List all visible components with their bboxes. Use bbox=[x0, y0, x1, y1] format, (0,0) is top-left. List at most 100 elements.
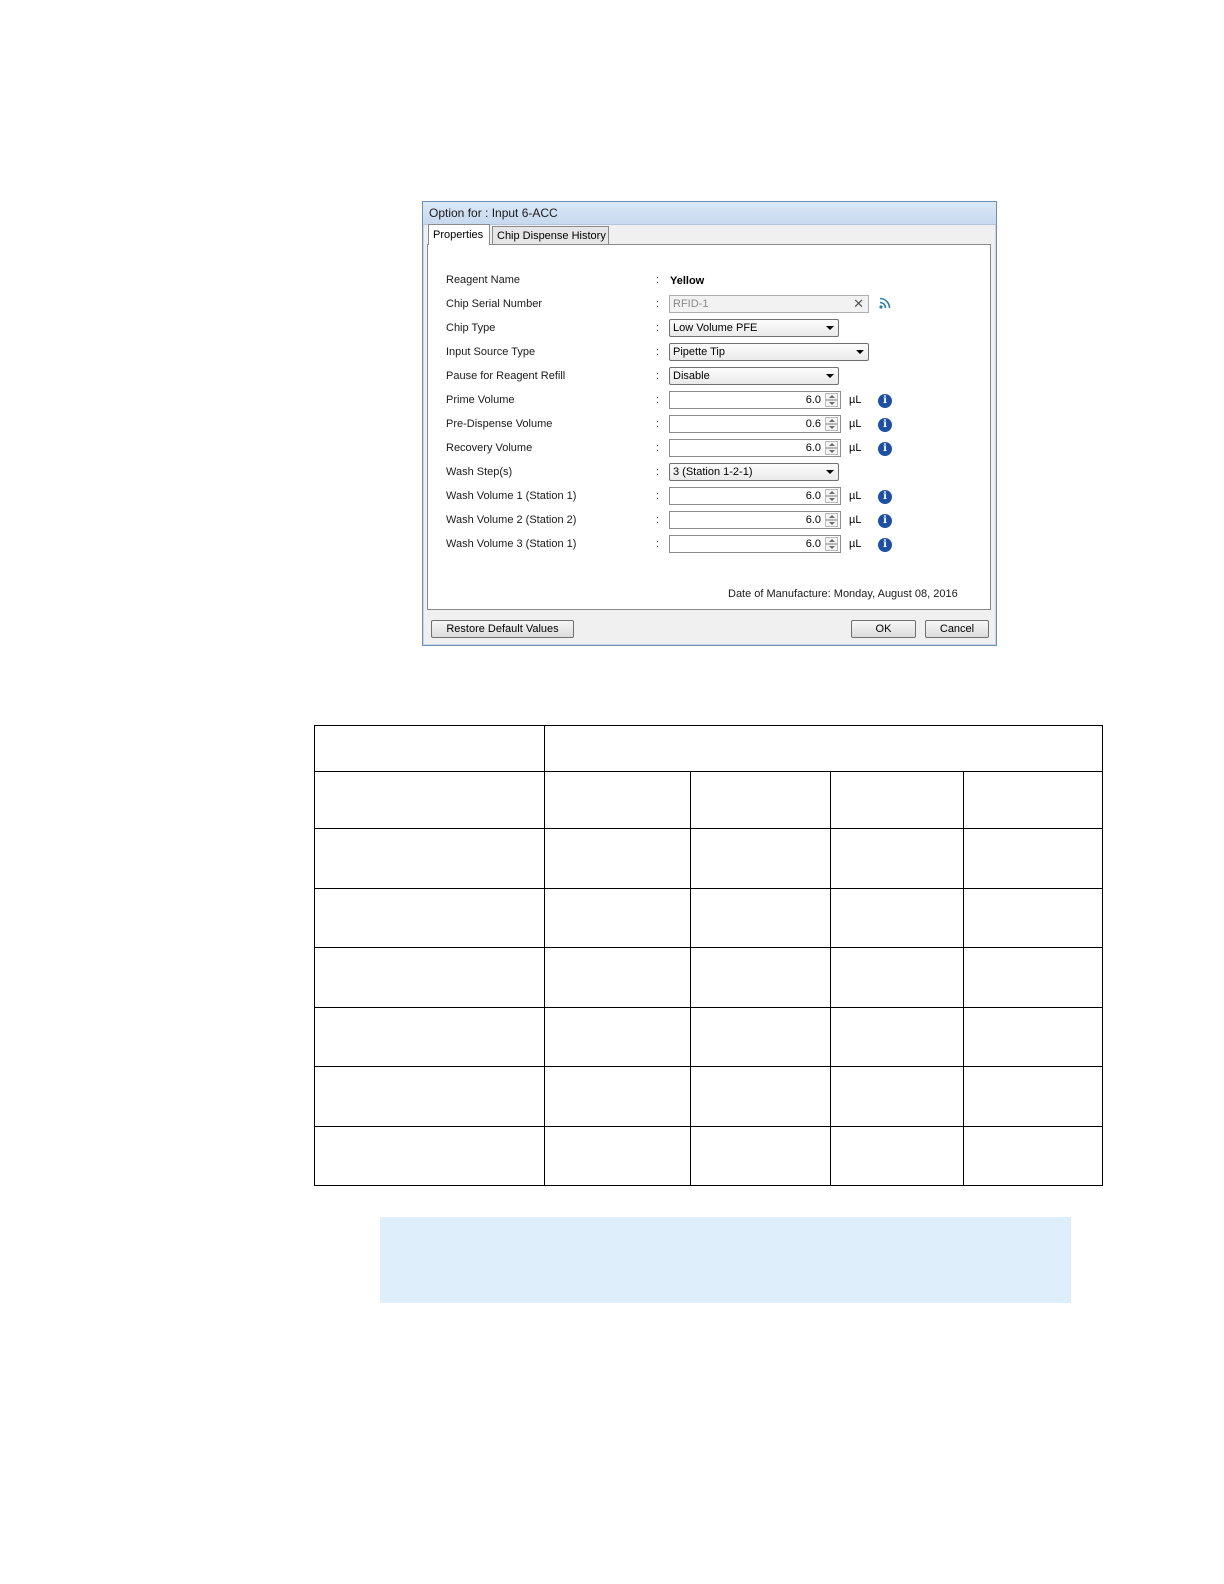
unit-label: µL bbox=[849, 394, 862, 406]
tab-properties[interactable]: Properties bbox=[428, 224, 490, 245]
input-source-value: Pipette Tip bbox=[673, 346, 725, 358]
spin-down-button[interactable] bbox=[825, 544, 838, 551]
table-line bbox=[314, 828, 1103, 829]
info-icon[interactable]: i bbox=[878, 514, 892, 528]
reagent-name-label: Reagent Name bbox=[446, 274, 520, 286]
unit-label: µL bbox=[849, 418, 862, 430]
pause-refill-select[interactable]: Disable bbox=[669, 367, 839, 385]
row-wash-volume-2: Wash Volume 2 (Station 2) : 6.0 µL i bbox=[446, 511, 986, 531]
chevron-down-icon bbox=[826, 374, 834, 378]
ok-button[interactable]: OK bbox=[851, 620, 916, 638]
spin-up-button[interactable] bbox=[825, 441, 838, 448]
spin-down-button[interactable] bbox=[825, 400, 838, 407]
row-pause-refill: Pause for Reagent Refill : Disable bbox=[446, 367, 986, 387]
rss-signal-icon[interactable] bbox=[878, 296, 892, 315]
table-line bbox=[1102, 725, 1103, 1186]
note-box bbox=[380, 1217, 1071, 1303]
recovery-volume-label: Recovery Volume bbox=[446, 442, 533, 454]
wash-volume-2-label: Wash Volume 2 (Station 2) bbox=[446, 514, 577, 526]
chevron-down-icon bbox=[856, 350, 864, 354]
info-icon[interactable]: i bbox=[878, 442, 892, 456]
table-line bbox=[314, 1126, 1103, 1127]
colon: : bbox=[656, 322, 660, 334]
spin-up-button[interactable] bbox=[825, 417, 838, 424]
reagent-name-value: Yellow bbox=[670, 275, 705, 287]
table-line bbox=[314, 888, 1103, 889]
table-line bbox=[544, 725, 545, 1186]
tab-chip-dispense-history[interactable]: Chip Dispense History bbox=[492, 226, 609, 245]
input-source-label: Input Source Type bbox=[446, 346, 536, 358]
prime-volume-stepper[interactable]: 6.0 bbox=[669, 391, 841, 409]
wash-volume-2-value: 6.0 bbox=[805, 514, 821, 526]
empty-table bbox=[314, 725, 1103, 1186]
info-icon[interactable]: i bbox=[878, 394, 892, 408]
row-wash-volume-3: Wash Volume 3 (Station 1) : 6.0 µL i bbox=[446, 535, 986, 555]
close-icon[interactable]: ✕ bbox=[853, 296, 864, 312]
wash-volume-1-stepper[interactable]: 6.0 bbox=[669, 487, 841, 505]
table-line bbox=[314, 1066, 1103, 1067]
spin-up-button[interactable] bbox=[825, 489, 838, 496]
wash-volume-1-value: 6.0 bbox=[805, 490, 821, 502]
row-chip-type: Chip Type : Low Volume PFE bbox=[446, 319, 986, 339]
spin-down-button[interactable] bbox=[825, 424, 838, 431]
wash-steps-label: Wash Step(s) bbox=[446, 466, 513, 478]
row-recovery-volume: Recovery Volume : 6.0 µL i bbox=[446, 439, 986, 459]
table-line bbox=[314, 725, 1103, 726]
input-source-select[interactable]: Pipette Tip bbox=[669, 343, 869, 361]
table-line bbox=[314, 1185, 1103, 1186]
cancel-button[interactable]: Cancel bbox=[925, 620, 989, 638]
chip-type-label: Chip Type bbox=[446, 322, 496, 334]
info-icon[interactable]: i bbox=[878, 418, 892, 432]
wash-volume-2-stepper[interactable]: 6.0 bbox=[669, 511, 841, 529]
colon: : bbox=[656, 346, 660, 358]
spin-up-button[interactable] bbox=[825, 393, 838, 400]
chip-serial-value: RFID-1 bbox=[673, 298, 709, 310]
prime-volume-label: Prime Volume bbox=[446, 394, 515, 406]
unit-label: µL bbox=[849, 490, 862, 502]
table-line bbox=[963, 771, 964, 1186]
info-icon[interactable]: i bbox=[878, 490, 892, 504]
spin-down-button[interactable] bbox=[825, 520, 838, 527]
chip-type-value: Low Volume PFE bbox=[673, 322, 758, 334]
table-line bbox=[830, 771, 831, 1186]
pre-dispense-stepper[interactable]: 0.6 bbox=[669, 415, 841, 433]
dialog-title: Option for : Input 6-ACC bbox=[429, 206, 558, 220]
colon: : bbox=[656, 274, 660, 286]
options-dialog: Option for : Input 6-ACC Properties Chip… bbox=[422, 201, 997, 646]
table-line bbox=[314, 947, 1103, 948]
colon: : bbox=[656, 538, 660, 550]
wash-volume-3-stepper[interactable]: 6.0 bbox=[669, 535, 841, 553]
wash-steps-select[interactable]: 3 (Station 1-2-1) bbox=[669, 463, 839, 481]
wash-steps-value: 3 (Station 1-2-1) bbox=[673, 466, 753, 478]
colon: : bbox=[656, 514, 660, 526]
spin-up-button[interactable] bbox=[825, 537, 838, 544]
unit-label: µL bbox=[849, 514, 862, 526]
row-input-source: Input Source Type : Pipette Tip bbox=[446, 343, 986, 363]
colon: : bbox=[656, 490, 660, 502]
table-line bbox=[690, 771, 691, 1186]
table-line bbox=[314, 771, 1103, 772]
chip-type-select[interactable]: Low Volume PFE bbox=[669, 319, 839, 337]
spin-up-button[interactable] bbox=[825, 513, 838, 520]
row-reagent-name: Reagent Name : Yellow bbox=[446, 271, 986, 291]
info-icon[interactable]: i bbox=[878, 538, 892, 552]
recovery-volume-stepper[interactable]: 6.0 bbox=[669, 439, 841, 457]
colon: : bbox=[656, 418, 660, 430]
table-line bbox=[314, 725, 315, 1186]
wash-volume-3-value: 6.0 bbox=[805, 538, 821, 550]
colon: : bbox=[656, 370, 660, 382]
pre-dispense-label: Pre-Dispense Volume bbox=[446, 418, 553, 430]
colon: : bbox=[656, 466, 660, 478]
prime-volume-value: 6.0 bbox=[805, 394, 821, 406]
colon: : bbox=[656, 442, 660, 454]
row-prime-volume: Prime Volume : 6.0 µL i bbox=[446, 391, 986, 411]
restore-defaults-button[interactable]: Restore Default Values bbox=[431, 620, 574, 638]
spin-down-button[interactable] bbox=[825, 448, 838, 455]
chip-serial-field[interactable]: RFID-1 ✕ bbox=[669, 295, 869, 313]
dialog-titlebar[interactable]: Option for : Input 6-ACC bbox=[423, 202, 996, 225]
spin-down-button[interactable] bbox=[825, 496, 838, 503]
properties-panel: Reagent Name : Yellow Chip Serial Number… bbox=[427, 244, 991, 610]
chip-serial-label: Chip Serial Number bbox=[446, 298, 542, 310]
date-of-manufacture: Date of Manufacture: Monday, August 08, … bbox=[728, 588, 958, 600]
unit-label: µL bbox=[849, 442, 862, 454]
